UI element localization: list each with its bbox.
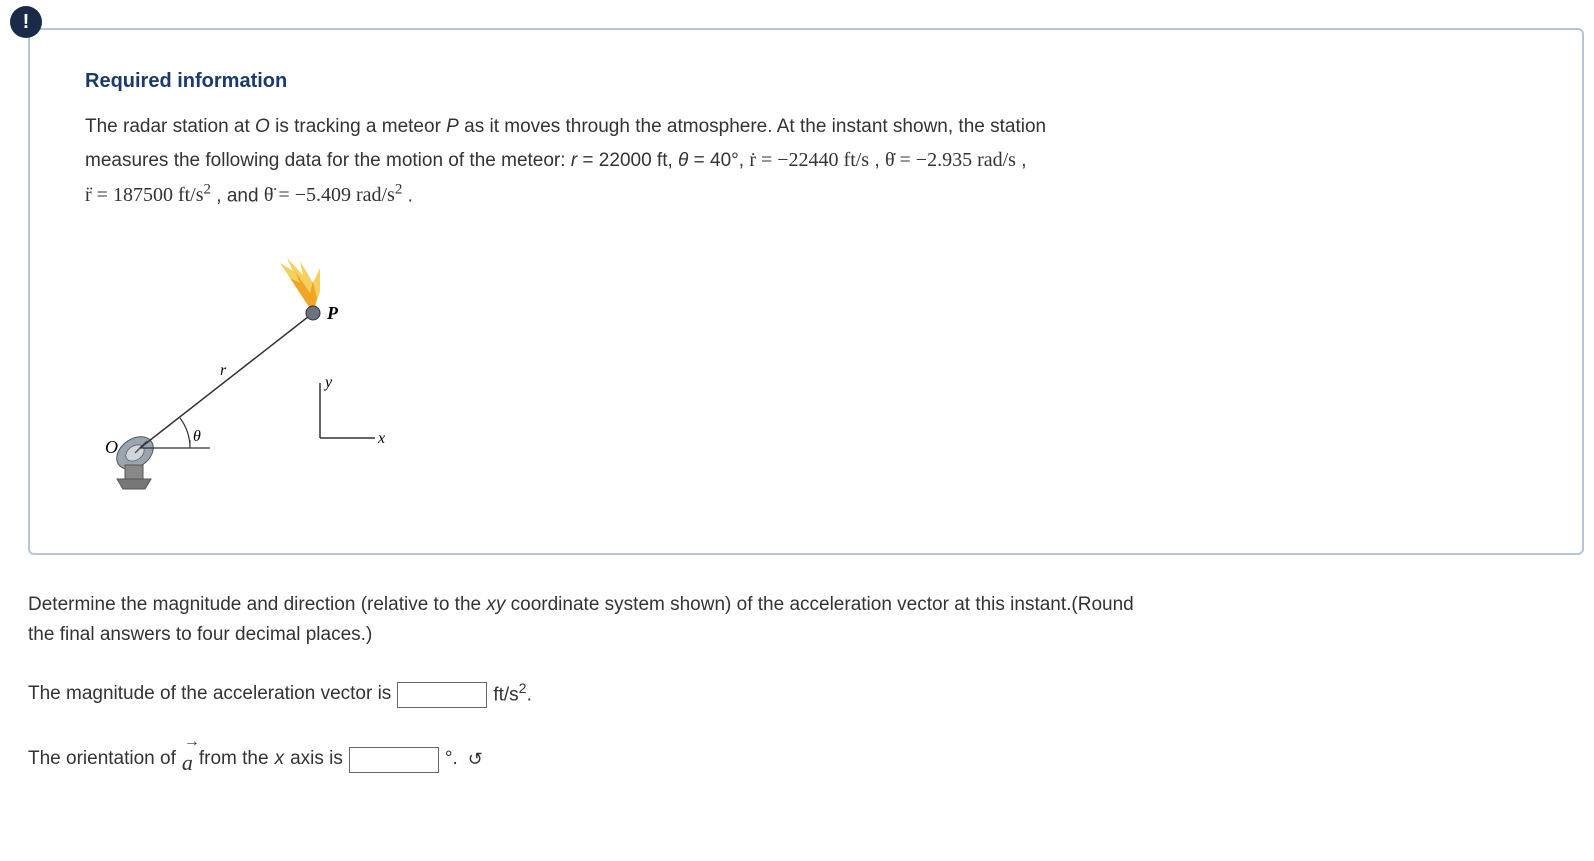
text-segment: measures the following data for the moti… [85, 150, 571, 171]
magnitude-input[interactable] [397, 682, 487, 708]
answer-row-orientation: The orientation of a from the x axis is … [28, 739, 1584, 780]
and-text: , and [211, 185, 264, 206]
orientation-unit: °. [445, 744, 458, 774]
required-info-header: Required information [85, 70, 1527, 93]
diagram-label-theta: θ [193, 428, 201, 445]
comma: , [1016, 150, 1027, 171]
alert-badge: ! [10, 6, 42, 38]
thetaddot-base: θ̈ = −5.409 rad/s [264, 184, 395, 206]
reset-icon[interactable]: ↺ [468, 745, 483, 774]
line-r [140, 313, 313, 448]
text-segment: Determine the magnitude and direction (r… [28, 594, 486, 615]
problem-statement: The radar station at O is tracking a met… [85, 111, 1527, 213]
rdot-eq: ṙ = −22440 ft/s [749, 149, 869, 171]
var-O: O [255, 116, 270, 137]
info-box: Required information The radar station a… [28, 28, 1584, 555]
text-segment: as it moves through the atmosphere. At t… [459, 116, 1046, 137]
diagram-label-O: O [105, 437, 118, 457]
question-section: Determine the magnitude and direction (r… [28, 590, 1584, 781]
text-segment: The radar station at [85, 116, 255, 137]
orientation-label-c: axis is [290, 744, 343, 774]
unit-base: ft/s [493, 685, 518, 706]
vector-a-symbol: a [182, 739, 193, 780]
problem-diagram: O r θ P y x [95, 243, 455, 503]
var-theta: θ [678, 150, 688, 171]
rddot-eq: r̈ = 187500 ft/s2 [85, 184, 211, 206]
period: . [402, 185, 413, 206]
diagram-label-P: P [326, 303, 339, 323]
diagram-label-y: y [323, 374, 333, 391]
angle-arc [180, 418, 190, 448]
var-x: x [275, 744, 285, 774]
magnitude-unit: ft/s2. [493, 678, 532, 711]
orientation-label-b: from the [199, 744, 269, 774]
diagram-label-r: r [220, 362, 227, 379]
var-P: P [446, 116, 459, 137]
alert-icon: ! [23, 11, 30, 34]
meteor-icon [280, 258, 320, 320]
var-xy: xy [486, 594, 505, 615]
unit-exp: 2 [519, 681, 527, 697]
diagram-label-x: x [377, 430, 385, 447]
text-segment: is tracking a meteor [270, 116, 446, 137]
thetadot-eq: θ̇ = −2.935 rad/s [885, 149, 1016, 171]
answer-row-magnitude: The magnitude of the acceleration vector… [28, 678, 1584, 711]
question-prompt: Determine the magnitude and direction (r… [28, 590, 1584, 651]
text-segment: coordinate system shown) of the accelera… [505, 594, 1133, 615]
magnitude-label: The magnitude of the acceleration vector… [28, 679, 391, 709]
text-segment: the final answers to four decimal places… [28, 624, 372, 645]
comma: , [869, 150, 885, 171]
r-value: = 22000 ft, [577, 150, 678, 171]
diagram-svg: O r θ P y x [95, 243, 455, 503]
rddot-exp: 2 [204, 182, 212, 198]
coordinate-axes-icon: y x [320, 374, 385, 447]
thetaddot-eq: θ̈ = −5.409 rad/s2 [264, 184, 403, 206]
unit-end: . [527, 685, 532, 706]
rddot-base: r̈ = 187500 ft/s [85, 184, 204, 206]
orientation-label-a: The orientation of [28, 744, 176, 774]
orientation-input[interactable] [349, 747, 439, 773]
theta-value: = 40°, [688, 150, 749, 171]
